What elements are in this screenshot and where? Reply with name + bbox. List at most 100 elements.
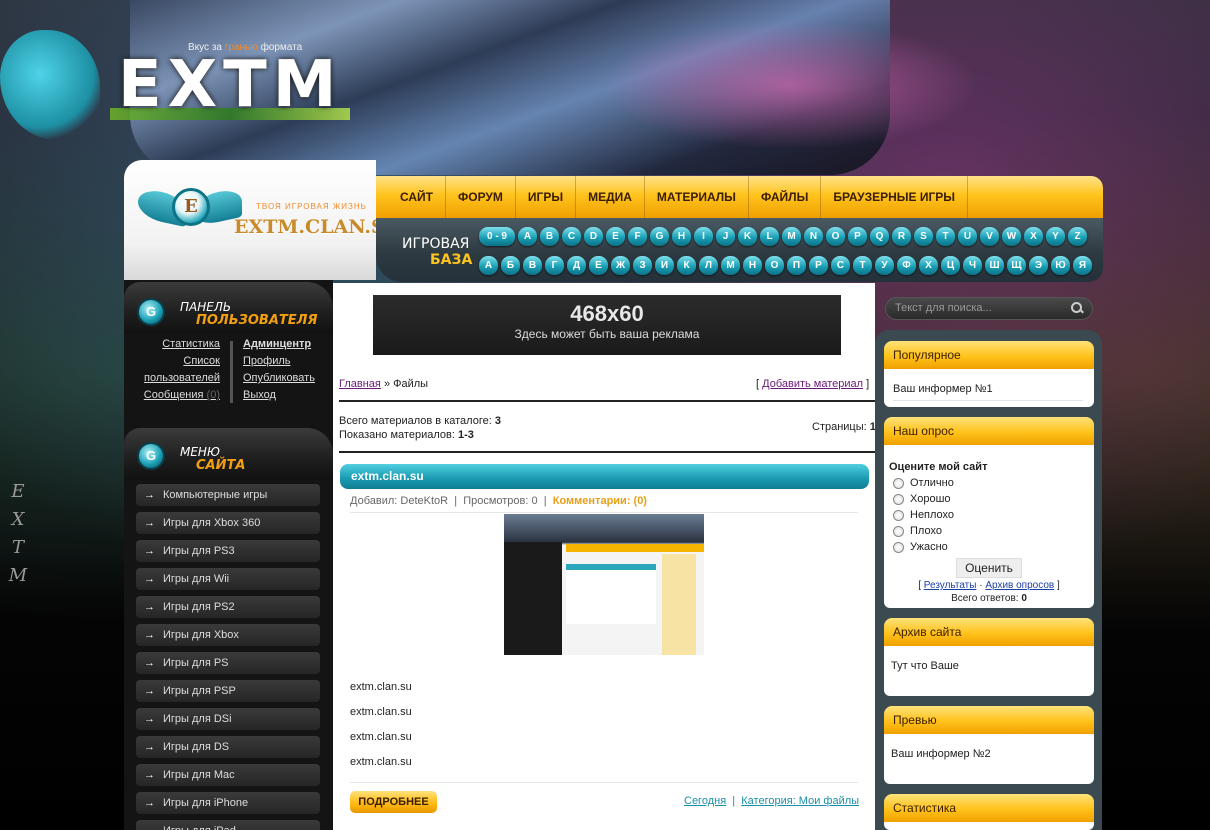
breadcrumb-home[interactable]: Главная <box>339 378 381 390</box>
cyrillic-letter-button[interactable]: Р <box>809 256 828 275</box>
poll-option[interactable]: Отлично <box>884 475 1094 491</box>
menu-item[interactable]: → Игры для Xbox 360 <box>136 512 320 534</box>
radio-button[interactable] <box>893 541 904 553</box>
menu-item[interactable]: → Игры для Wii <box>136 568 320 590</box>
cyrillic-letter-button[interactable]: Я <box>1073 256 1092 275</box>
date-link[interactable]: Сегодня <box>684 795 726 807</box>
poll-option[interactable]: Ужасно <box>884 539 1094 555</box>
link-profile[interactable]: Профиль <box>243 353 328 370</box>
menu-item[interactable]: → Игры для PS <box>136 652 320 674</box>
link-admin-center[interactable]: Админцентр <box>243 336 328 353</box>
menu-item[interactable]: → Игры для Mac <box>136 764 320 786</box>
latin-letter-button[interactable]: M <box>782 227 801 246</box>
latin-letter-button[interactable]: T <box>936 227 955 246</box>
entry-comments[interactable]: Комментарии: (0) <box>553 495 647 507</box>
latin-letter-button[interactable]: W <box>1002 227 1021 246</box>
latin-letter-button[interactable]: I <box>694 227 713 246</box>
cyrillic-letter-button[interactable]: П <box>787 256 806 275</box>
latin-letter-button[interactable]: G <box>650 227 669 246</box>
radio-button[interactable] <box>893 525 904 537</box>
latin-letter-button[interactable]: V <box>980 227 999 246</box>
cyrillic-letter-button[interactable]: Е <box>589 256 608 275</box>
link-publish[interactable]: Опубликовать <box>243 370 328 387</box>
cyrillic-letter-button[interactable]: Щ <box>1007 256 1026 275</box>
latin-letter-button[interactable]: E <box>606 227 625 246</box>
latin-letter-button[interactable]: J <box>716 227 735 246</box>
cyrillic-letter-button[interactable]: Т <box>853 256 872 275</box>
latin-letter-button[interactable]: Y <box>1046 227 1065 246</box>
menu-item[interactable]: → Игры для iPhone <box>136 792 320 814</box>
cyrillic-letter-button[interactable]: Г <box>545 256 564 275</box>
radio-button[interactable] <box>893 477 904 489</box>
latin-letter-button[interactable]: O <box>826 227 845 246</box>
entry-author[interactable]: DeteKtoR <box>400 495 448 507</box>
latin-letter-button[interactable]: K <box>738 227 757 246</box>
menu-item[interactable]: → Игры для PS3 <box>136 540 320 562</box>
category-link[interactable]: Категория: Мои файлы <box>741 795 859 807</box>
cyrillic-letter-button[interactable]: О <box>765 256 784 275</box>
search-icon[interactable] <box>1071 302 1083 314</box>
add-material-link[interactable]: Добавить материал <box>762 378 863 390</box>
nav-site[interactable]: САЙТ <box>388 176 446 218</box>
link-logout[interactable]: Выход <box>243 387 328 404</box>
cyrillic-letter-button[interactable]: И <box>655 256 674 275</box>
cyrillic-letter-button[interactable]: Л <box>699 256 718 275</box>
latin-letter-button[interactable]: Q <box>870 227 889 246</box>
menu-item[interactable]: → Игры для Xbox <box>136 624 320 646</box>
cyrillic-letter-button[interactable]: Ч <box>963 256 982 275</box>
cyrillic-letter-button[interactable]: К <box>677 256 696 275</box>
poll-option[interactable]: Хорошо <box>884 491 1094 507</box>
cyrillic-letter-button[interactable]: Б <box>501 256 520 275</box>
link-user-list-2[interactable]: пользователей <box>136 370 220 387</box>
menu-item[interactable]: → Игры для DSi <box>136 708 320 730</box>
header-logo[interactable]: EXTM <box>118 48 342 122</box>
link-statistics[interactable]: Статистика <box>136 336 220 353</box>
latin-letter-button[interactable]: X <box>1024 227 1043 246</box>
cyrillic-letter-button[interactable]: Д <box>567 256 586 275</box>
cyrillic-letter-button[interactable]: Ф <box>897 256 916 275</box>
cyrillic-letter-button[interactable]: У <box>875 256 894 275</box>
cyrillic-letter-button[interactable]: А <box>479 256 498 275</box>
cyrillic-letter-button[interactable]: В <box>523 256 542 275</box>
cyrillic-letter-button[interactable]: Ж <box>611 256 630 275</box>
radio-button[interactable] <box>893 493 904 505</box>
latin-letter-button[interactable]: R <box>892 227 911 246</box>
nav-browser-games[interactable]: БРАУЗЕРНЫЕ ИГРЫ <box>821 176 969 218</box>
latin-letter-button[interactable]: P <box>848 227 867 246</box>
menu-item[interactable]: → Игры для iPad <box>136 820 320 830</box>
cyrillic-letter-button[interactable]: Э <box>1029 256 1048 275</box>
latin-letter-button[interactable]: F <box>628 227 647 246</box>
cyrillic-letter-button[interactable]: С <box>831 256 850 275</box>
cyrillic-letter-button[interactable]: Х <box>919 256 938 275</box>
latin-letter-button[interactable]: B <box>540 227 559 246</box>
entry-title[interactable]: extm.clan.su <box>340 464 869 489</box>
poll-vote-button[interactable]: Оценить <box>956 558 1022 578</box>
cyrillic-letter-button[interactable]: Ц <box>941 256 960 275</box>
latin-letter-button[interactable]: U <box>958 227 977 246</box>
nav-media[interactable]: МЕДИА <box>576 176 645 218</box>
latin-letter-button[interactable]: H <box>672 227 691 246</box>
poll-option[interactable]: Плохо <box>884 523 1094 539</box>
entry-thumbnail[interactable] <box>504 514 704 655</box>
cyrillic-letter-button[interactable]: Н <box>743 256 762 275</box>
latin-letter-button[interactable]: S <box>914 227 933 246</box>
radio-button[interactable] <box>893 509 904 521</box>
latin-letter-button[interactable]: D <box>584 227 603 246</box>
menu-item[interactable]: → Компьютерные игры <box>136 484 320 506</box>
poll-archive-link[interactable]: Архив опросов <box>985 580 1054 591</box>
menu-item[interactable]: → Игры для PSP <box>136 680 320 702</box>
latin-letter-button[interactable]: A <box>518 227 537 246</box>
menu-item[interactable]: → Игры для PS2 <box>136 596 320 618</box>
cyrillic-letter-button[interactable]: З <box>633 256 652 275</box>
nav-forum[interactable]: ФОРУМ <box>446 176 516 218</box>
latin-letter-button[interactable]: Z <box>1068 227 1087 246</box>
poll-results-link[interactable]: Результаты <box>924 580 977 591</box>
link-messages[interactable]: Сообщения (0) <box>136 387 220 404</box>
cyrillic-letter-button[interactable]: Ю <box>1051 256 1070 275</box>
latin-letter-button[interactable]: N <box>804 227 823 246</box>
nav-games[interactable]: ИГРЫ <box>516 176 577 218</box>
nav-materials[interactable]: МАТЕРИАЛЫ <box>645 176 749 218</box>
ad-banner[interactable]: 468x60 Здесь может быть ваша реклама <box>373 295 841 355</box>
latin-letter-button[interactable]: L <box>760 227 779 246</box>
poll-option[interactable]: Неплохо <box>884 507 1094 523</box>
